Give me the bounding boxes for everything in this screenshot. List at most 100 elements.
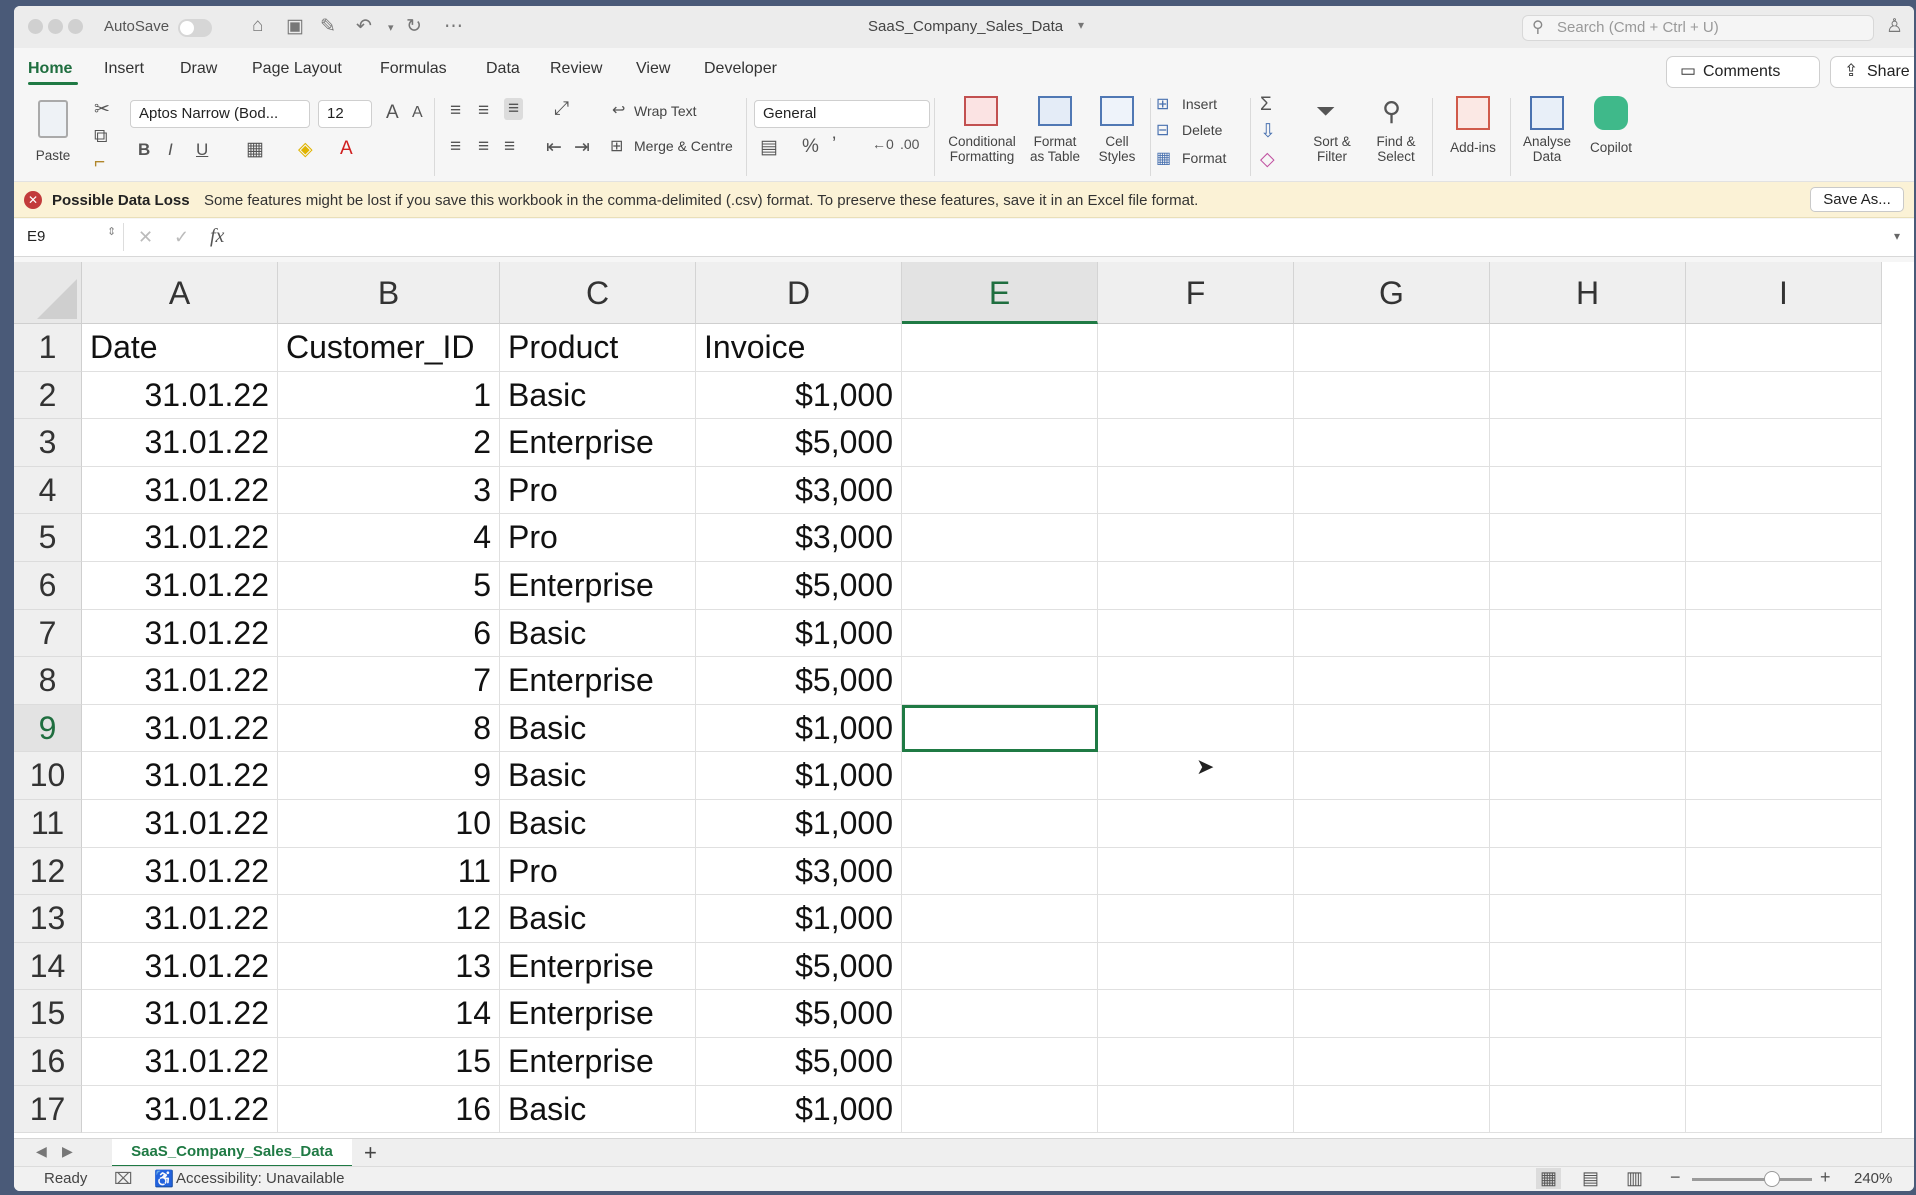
increase-decimal-icon[interactable]: ←0 (872, 136, 894, 152)
cell-a9[interactable]: 31.01.22 (82, 704, 278, 753)
cell-c13[interactable]: Basic (500, 895, 696, 943)
cell-d2[interactable]: $1,000 (696, 371, 902, 420)
cell-g14[interactable] (1294, 942, 1490, 991)
cell-d10[interactable]: $1,000 (696, 752, 902, 800)
fill-color-icon[interactable]: ◈ (298, 138, 313, 161)
cell-d16[interactable]: $5,000 (696, 1038, 902, 1086)
autosave-toggle[interactable] (178, 19, 212, 37)
cell-b8[interactable]: 7 (278, 657, 500, 705)
cell-b2[interactable]: 1 (278, 371, 500, 420)
page-break-view-icon[interactable]: ▥ (1626, 1168, 1643, 1189)
cell-h11[interactable] (1490, 800, 1686, 848)
addins-button[interactable]: Add-ins (1440, 94, 1506, 178)
cell-b6[interactable]: 5 (278, 562, 500, 610)
cell-g10[interactable] (1294, 752, 1490, 800)
cell-a16[interactable]: 31.01.22 (82, 1038, 278, 1086)
cell-f13[interactable] (1098, 895, 1294, 943)
cell-i7[interactable] (1686, 609, 1882, 658)
cell-a8[interactable]: 31.01.22 (82, 657, 278, 705)
cell-c11[interactable]: Basic (500, 800, 696, 848)
cell-b3[interactable]: 2 (278, 419, 500, 467)
tab-developer[interactable]: Developer (704, 60, 777, 78)
borders-icon[interactable]: ▦ (246, 138, 264, 161)
cell-c1[interactable]: Product (500, 324, 696, 372)
row-header[interactable]: 15 (14, 990, 82, 1038)
row-header[interactable]: 16 (14, 1038, 82, 1086)
cell-b13[interactable]: 12 (278, 895, 500, 943)
cell-a17[interactable]: 31.01.22 (82, 1085, 278, 1134)
find-select-button[interactable]: ⚲ Find & Select (1364, 94, 1428, 178)
cell-i5[interactable] (1686, 514, 1882, 562)
cell-d15[interactable]: $5,000 (696, 990, 902, 1038)
cell-b16[interactable]: 15 (278, 1038, 500, 1086)
cell-a11[interactable]: 31.01.22 (82, 800, 278, 848)
add-sheet-icon[interactable]: + (364, 1140, 377, 1166)
autosum-icon[interactable]: Σ (1260, 94, 1272, 116)
normal-view-icon[interactable]: ▦ (1536, 1168, 1562, 1189)
conditional-formatting-button[interactable]: Conditional Formatting (940, 94, 1024, 178)
cell-g17[interactable] (1294, 1085, 1490, 1134)
cell-h10[interactable] (1490, 752, 1686, 800)
save-as-icon[interactable]: ✎ (320, 15, 336, 38)
cell-a12[interactable]: 31.01.22 (82, 847, 278, 896)
tab-data[interactable]: Data (486, 60, 520, 78)
row-header[interactable]: 3 (14, 419, 82, 467)
cell-b1[interactable]: Customer_ID (278, 324, 500, 372)
row-header[interactable]: 17 (14, 1085, 82, 1134)
wrap-text-button[interactable]: Wrap Text (634, 103, 697, 119)
select-all-corner[interactable] (14, 262, 82, 324)
maximize-window-button[interactable] (68, 19, 83, 34)
cell-a7[interactable]: 31.01.22 (82, 609, 278, 658)
number-format-select[interactable]: General (754, 100, 930, 128)
cell-d11[interactable]: $1,000 (696, 800, 902, 848)
worksheet-grid[interactable]: ABCDEFGHI 1 Date Customer_ID Product Invoice… (14, 262, 1914, 1138)
cell-e6[interactable] (902, 562, 1098, 610)
font-color-icon[interactable]: A (340, 138, 353, 160)
row-header[interactable]: 5 (14, 514, 82, 562)
decrease-font-icon[interactable]: A (412, 104, 423, 122)
cell-d7[interactable]: $1,000 (696, 609, 902, 658)
cell-b9[interactable]: 8 (278, 704, 500, 753)
zoom-slider-thumb[interactable] (1764, 1171, 1780, 1187)
tab-page-layout[interactable]: Page Layout (252, 60, 342, 78)
cell-i4[interactable] (1686, 466, 1882, 515)
paste-button[interactable]: Paste (28, 96, 78, 176)
cell-b12[interactable]: 11 (278, 847, 500, 896)
cell-g12[interactable] (1294, 847, 1490, 896)
copilot-button[interactable]: Copilot (1580, 94, 1642, 178)
row-header[interactable]: 13 (14, 895, 82, 943)
cell-g2[interactable] (1294, 371, 1490, 420)
cell-b5[interactable]: 4 (278, 514, 500, 562)
cell-styles-button[interactable]: Cell Styles (1088, 94, 1146, 178)
cell-h1[interactable] (1490, 324, 1686, 372)
macro-record-icon[interactable]: ⌧ (114, 1169, 132, 1189)
analyse-data-button[interactable]: Analyse Data (1514, 94, 1580, 178)
row-header[interactable]: 4 (14, 466, 82, 515)
merge-centre-button[interactable]: Merge & Centre (634, 138, 733, 154)
share-button[interactable]: Share (1830, 56, 1914, 88)
align-top-icon[interactable]: ≡ (450, 100, 461, 122)
cell-h12[interactable] (1490, 847, 1686, 896)
cell-c12[interactable]: Pro (500, 847, 696, 896)
sheet-tab-active[interactable]: SaaS_Company_Sales_Data (112, 1139, 352, 1167)
cell-b15[interactable]: 14 (278, 990, 500, 1038)
cell-e11[interactable] (902, 800, 1098, 848)
search-input[interactable]: Search (Cmd + Ctrl + U) (1522, 15, 1874, 41)
cell-c5[interactable]: Pro (500, 514, 696, 562)
cell-a1[interactable]: Date (82, 324, 278, 372)
cell-i6[interactable] (1686, 562, 1882, 610)
font-name-select[interactable]: Aptos Narrow (Bod... (130, 100, 310, 128)
cell-a15[interactable]: 31.01.22 (82, 990, 278, 1038)
column-header-b[interactable]: B (278, 262, 500, 324)
zoom-out-icon[interactable]: − (1670, 1167, 1681, 1188)
cell-e7[interactable] (902, 609, 1098, 658)
next-sheet-icon[interactable]: ▶ (62, 1143, 73, 1160)
cell-e2[interactable] (902, 371, 1098, 420)
cell-f11[interactable] (1098, 800, 1294, 848)
cell-d14[interactable]: $5,000 (696, 942, 902, 991)
format-button[interactable]: Format (1182, 150, 1226, 166)
cell-c4[interactable]: Pro (500, 466, 696, 515)
cell-f16[interactable] (1098, 1038, 1294, 1086)
cut-icon[interactable]: ✂ (94, 98, 110, 121)
column-header-h[interactable]: H (1490, 262, 1686, 324)
